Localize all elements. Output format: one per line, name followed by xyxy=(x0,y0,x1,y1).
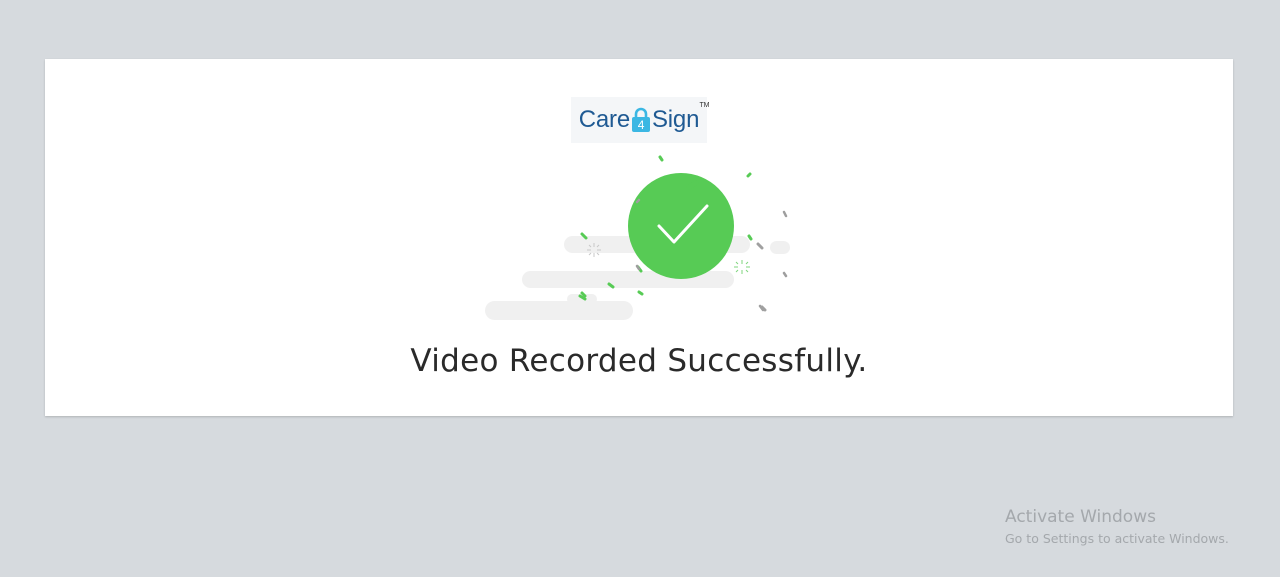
sparkle-icon-green xyxy=(734,260,750,274)
windows-activation-watermark: Activate Windows Go to Settings to activ… xyxy=(1005,507,1229,546)
checkmark-circle-icon xyxy=(628,173,734,279)
logo-trademark: TM xyxy=(699,102,710,109)
success-card: Care 4 Sign TM Video Recorded Successful… xyxy=(45,59,1233,416)
logo-text-sign: Sign xyxy=(651,106,700,133)
logo-lock-text: 4 xyxy=(638,118,645,132)
success-message: Video Recorded Successfully. xyxy=(410,343,868,379)
success-illustration xyxy=(485,155,790,320)
watermark-subtitle: Go to Settings to activate Windows. xyxy=(1005,531,1229,546)
logo-wordmark: Care 4 Sign TM xyxy=(578,102,710,134)
watermark-title: Activate Windows xyxy=(1005,507,1156,527)
padlock-icon: 4 xyxy=(631,107,651,133)
care4sign-logo: Care 4 Sign TM xyxy=(571,97,710,143)
logo-text-care: Care xyxy=(578,106,630,133)
